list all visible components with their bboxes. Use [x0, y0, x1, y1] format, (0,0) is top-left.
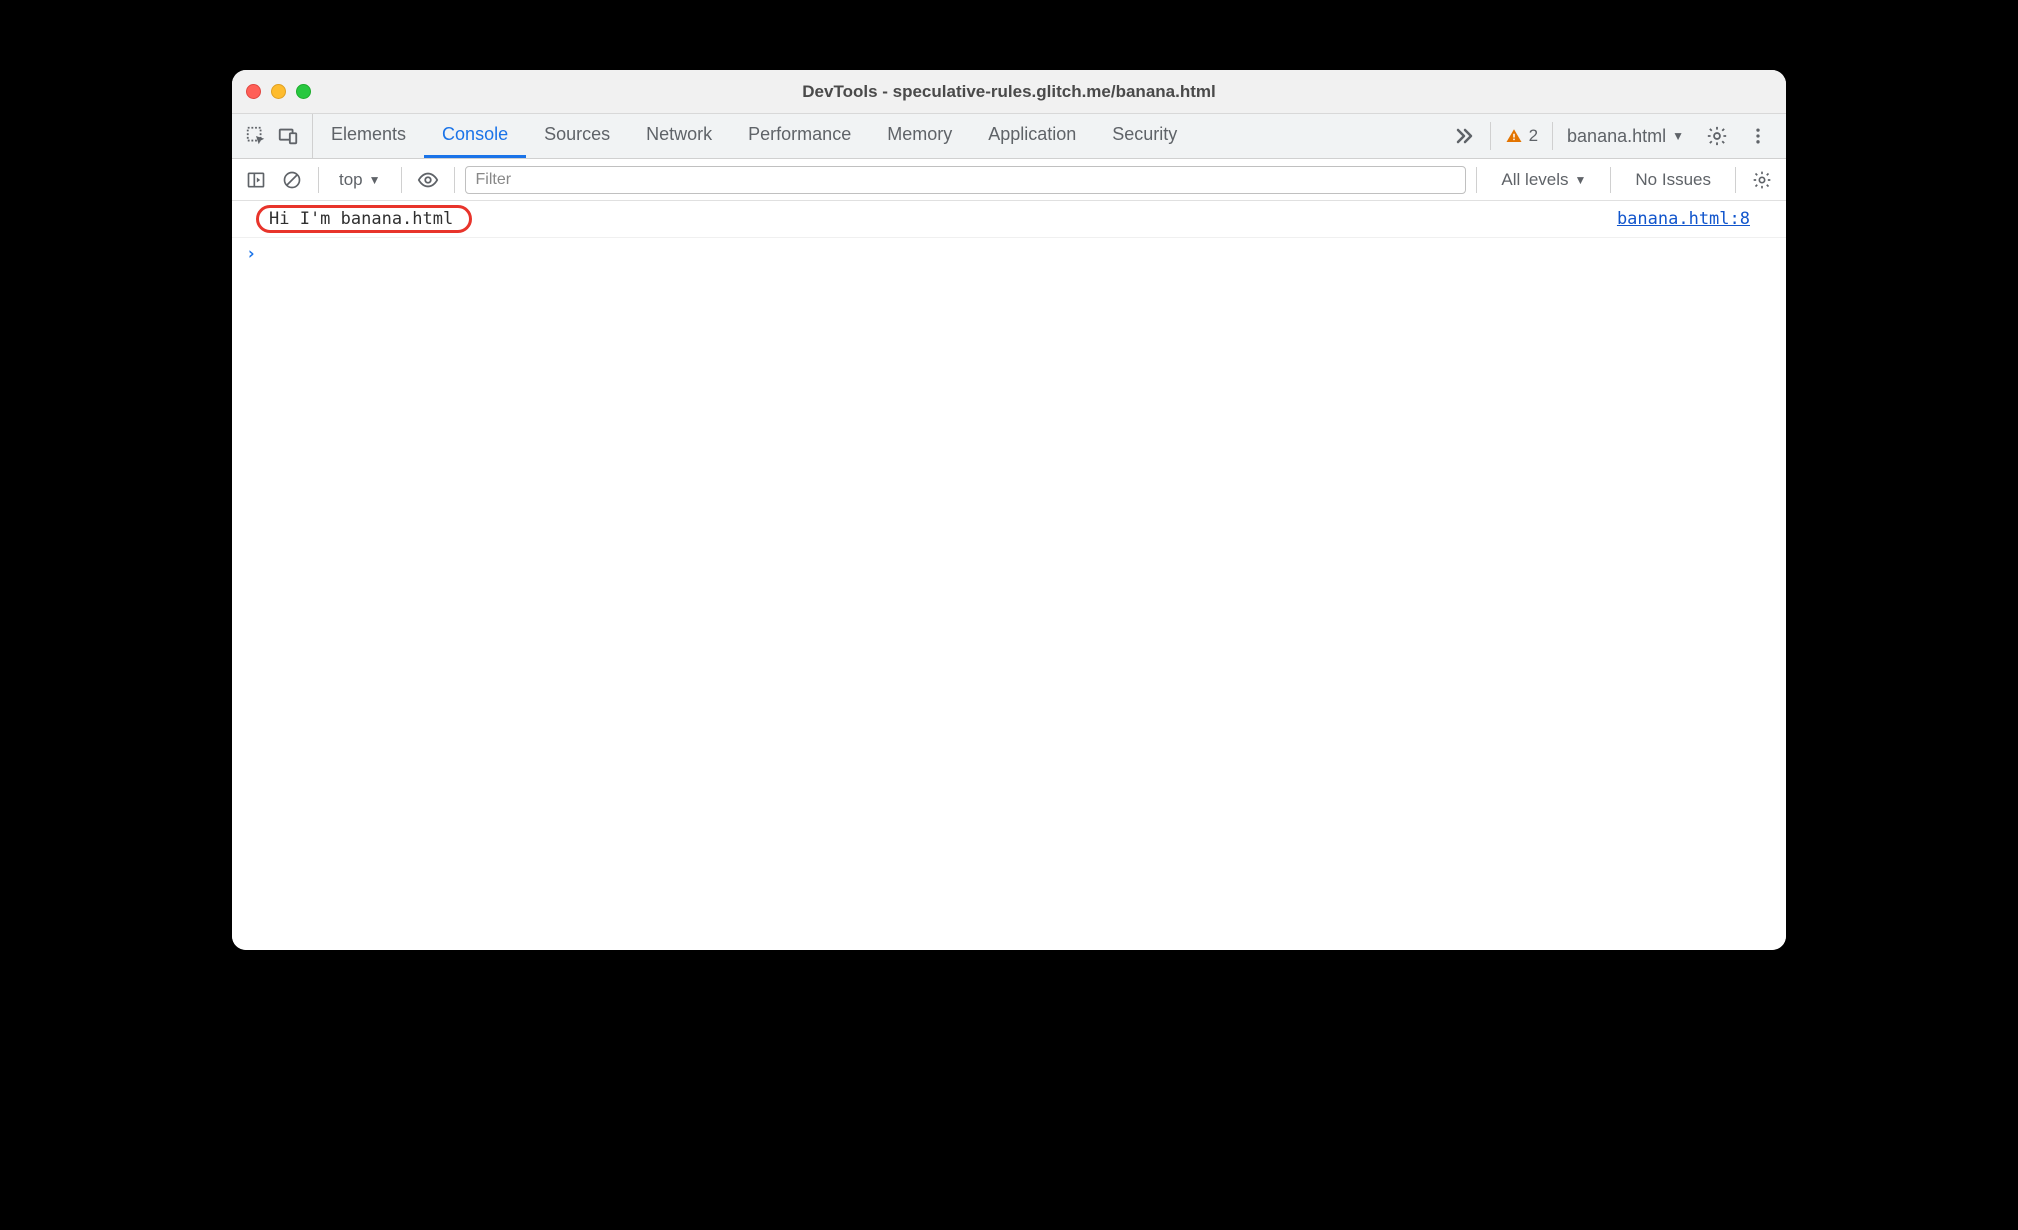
issues-button[interactable]: No Issues [1621, 170, 1725, 190]
tab-network[interactable]: Network [628, 114, 730, 158]
tab-elements[interactable]: Elements [313, 114, 424, 158]
issues-label: No Issues [1635, 170, 1711, 189]
console-prompt[interactable]: › [232, 238, 1786, 270]
execution-context-selector[interactable]: top ▼ [329, 170, 391, 190]
context-label: top [339, 170, 363, 190]
tabs-right-group: 2 banana.html ▼ [1440, 114, 1786, 158]
chevron-down-icon: ▼ [1672, 129, 1684, 143]
separator [401, 167, 402, 193]
device-toolbar-icon[interactable] [272, 120, 304, 152]
tab-label: Performance [748, 124, 851, 145]
log-source-link[interactable]: banana.html:8 [1617, 209, 1772, 229]
separator [318, 167, 319, 193]
tab-label: Security [1112, 124, 1177, 145]
live-expression-icon[interactable] [412, 164, 444, 196]
separator [1490, 122, 1491, 150]
clear-console-icon[interactable] [276, 164, 308, 196]
tab-sources[interactable]: Sources [526, 114, 628, 158]
chevron-down-icon: ▼ [1575, 173, 1587, 187]
tab-label: Elements [331, 124, 406, 145]
tab-security[interactable]: Security [1094, 114, 1195, 158]
panel-tabs: Elements Console Sources Network Perform… [313, 114, 1195, 158]
devtools-window: DevTools - speculative-rules.glitch.me/b… [232, 70, 1786, 950]
console-log-row[interactable]: Hi I'm banana.html banana.html:8 [232, 201, 1786, 238]
separator [1476, 167, 1477, 193]
log-message: Hi I'm banana.html [256, 205, 472, 233]
more-options-button[interactable] [1738, 126, 1778, 146]
more-tabs-button[interactable] [1440, 124, 1488, 148]
tab-console[interactable]: Console [424, 114, 526, 158]
console-settings-icon[interactable] [1746, 164, 1778, 196]
console-messages: Hi I'm banana.html banana.html:8 › [232, 201, 1786, 950]
separator [1552, 122, 1553, 150]
tab-label: Console [442, 124, 508, 145]
inspect-tools [232, 114, 313, 158]
chevron-down-icon: ▼ [369, 173, 381, 187]
tab-label: Memory [887, 124, 952, 145]
separator [1610, 167, 1611, 193]
separator [454, 167, 455, 193]
window-titlebar: DevTools - speculative-rules.glitch.me/b… [232, 70, 1786, 114]
tab-performance[interactable]: Performance [730, 114, 869, 158]
levels-label: All levels [1501, 170, 1568, 190]
close-window-button[interactable] [246, 84, 261, 99]
tab-memory[interactable]: Memory [869, 114, 970, 158]
console-toolbar: top ▼ All levels ▼ No Issues [232, 159, 1786, 201]
target-selector[interactable]: banana.html ▼ [1555, 126, 1696, 147]
target-label: banana.html [1567, 126, 1666, 147]
tab-label: Network [646, 124, 712, 145]
maximize-window-button[interactable] [296, 84, 311, 99]
tab-label: Sources [544, 124, 610, 145]
warning-icon [1505, 127, 1523, 145]
toggle-sidebar-icon[interactable] [240, 164, 272, 196]
warnings-count: 2 [1529, 126, 1538, 146]
filter-input[interactable] [465, 166, 1467, 194]
log-levels-selector[interactable]: All levels ▼ [1487, 170, 1600, 190]
warnings-badge[interactable]: 2 [1493, 126, 1550, 146]
settings-button[interactable] [1696, 125, 1738, 147]
tab-application[interactable]: Application [970, 114, 1094, 158]
separator [1735, 167, 1736, 193]
prompt-caret-icon: › [246, 244, 256, 264]
panel-tabs-bar: Elements Console Sources Network Perform… [232, 114, 1786, 159]
tab-label: Application [988, 124, 1076, 145]
traffic-lights [246, 84, 311, 99]
minimize-window-button[interactable] [271, 84, 286, 99]
inspect-element-icon[interactable] [240, 120, 272, 152]
window-title: DevTools - speculative-rules.glitch.me/b… [232, 82, 1786, 102]
